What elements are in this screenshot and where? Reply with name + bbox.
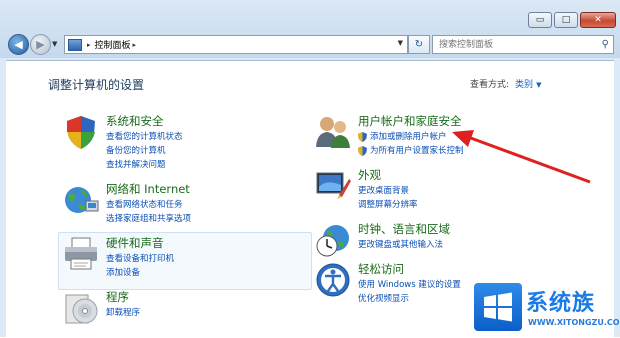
search-input[interactable] [437, 38, 602, 51]
network-globe-icon[interactable] [62, 181, 100, 219]
uac-shield-icon [358, 146, 367, 156]
minimize-button[interactable]: ▭ [528, 12, 552, 28]
link-optimize-video-display[interactable]: 优化视频显示 [358, 292, 461, 306]
caption-buttons: ▭ □ ✕ [528, 12, 616, 28]
category-title-hardware-sound[interactable]: 硬件和声音 [106, 235, 164, 251]
view-by-dropdown[interactable]: 类别 [515, 80, 533, 90]
category-title-network-internet[interactable]: 网络和 Internet [106, 181, 190, 197]
watermark-brand: 系统族 [526, 291, 596, 316]
watermark-url: WWW.XITONGZU.COM [528, 318, 620, 327]
view-by-label: 查看方式: [470, 80, 510, 90]
link-windows-recommended-settings[interactable]: 使用 Windows 建议的设置 [358, 278, 461, 292]
programs-disc-icon[interactable] [62, 289, 100, 327]
link-change-desktop-background[interactable]: 更改桌面背景 [358, 184, 418, 198]
printer-icon[interactable] [62, 235, 100, 273]
back-button[interactable]: ◀ [8, 34, 29, 55]
link-troubleshoot[interactable]: 查找并解决问题 [106, 158, 183, 172]
link-homegroup-sharing[interactable]: 选择家庭组和共享选项 [106, 212, 191, 226]
search-box[interactable]: ⚲ [432, 35, 614, 54]
link-adjust-resolution[interactable]: 调整屏幕分辨率 [358, 198, 418, 212]
close-button[interactable]: ✕ [580, 12, 616, 28]
view-by-arrow-icon[interactable]: ▼ [536, 81, 541, 89]
address-dropdown-icon[interactable]: ▼ [398, 39, 403, 47]
link-add-remove-accounts-label[interactable]: 添加或删除用户帐户 [370, 130, 447, 144]
maximize-button[interactable]: □ [554, 12, 578, 28]
clock-globe-icon[interactable] [314, 221, 352, 259]
link-network-status[interactable]: 查看网络状态和任务 [106, 198, 191, 212]
ease-of-access-icon[interactable] [314, 261, 352, 299]
link-change-keyboard-input[interactable]: 更改键盘或其他输入法 [358, 238, 443, 252]
control-panel-window: ▭ □ ✕ ◀ ▶ ▼ ▸ 控制面板 ▸ ▼ ↻ ⚲ 调整计算机的设置 查看方式… [0, 0, 620, 338]
link-uninstall-program[interactable]: 卸载程序 [106, 306, 140, 320]
watermark: 系统族 WWW.XITONGZU.COM [468, 277, 620, 337]
breadcrumb-separator-trailing[interactable]: ▸ [133, 41, 137, 49]
appearance-icon[interactable] [314, 167, 352, 205]
category-title-clock-language-region[interactable]: 时钟、语言和区域 [358, 221, 450, 237]
page-title: 调整计算机的设置 [48, 78, 145, 92]
view-by: 查看方式: 类别 ▼ [470, 77, 541, 90]
magnifier-icon[interactable]: ⚲ [602, 39, 609, 50]
breadcrumb-separator[interactable]: ▸ [87, 41, 91, 49]
link-view-computer-status[interactable]: 查看您的计算机状态 [106, 130, 183, 144]
navigation-bar: ◀ ▶ ▼ ▸ 控制面板 ▸ ▼ ↻ ⚲ [6, 34, 614, 56]
category-title-ease-of-access[interactable]: 轻松访问 [358, 261, 404, 277]
security-shield-icon[interactable] [62, 113, 100, 151]
category-title-programs[interactable]: 程序 [106, 289, 129, 305]
annotation-arrow [452, 130, 591, 184]
refresh-button[interactable]: ↻ [408, 35, 430, 54]
link-add-device[interactable]: 添加设备 [106, 266, 174, 280]
recent-pages-dropdown-icon[interactable]: ▼ [52, 40, 57, 48]
breadcrumb-control-panel[interactable]: 控制面板 [95, 38, 131, 51]
address-bar[interactable]: ▸ 控制面板 ▸ ▼ [64, 35, 408, 54]
link-devices-printers[interactable]: 查看设备和打印机 [106, 252, 174, 266]
category-title-appearance[interactable]: 外观 [358, 167, 381, 183]
forward-button[interactable]: ▶ [30, 34, 51, 55]
category-title-system-security[interactable]: 系统和安全 [106, 113, 164, 129]
control-panel-icon [68, 38, 82, 51]
uac-shield-icon [358, 132, 367, 142]
windows-logo-icon [474, 283, 522, 331]
link-backup-computer[interactable]: 备份您的计算机 [106, 144, 183, 158]
users-icon[interactable] [314, 113, 352, 151]
